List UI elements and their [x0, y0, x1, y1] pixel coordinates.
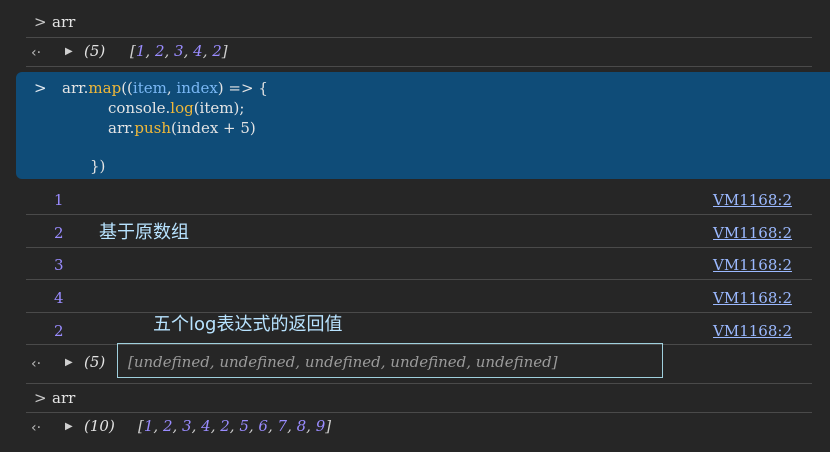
divider	[26, 312, 812, 313]
array-length: (10)	[84, 417, 115, 435]
console-input-arr[interactable]: arr	[52, 389, 75, 407]
divider	[26, 37, 812, 38]
divider	[26, 247, 812, 248]
log-source-link[interactable]: VM1168:2	[713, 289, 792, 307]
return-value-icon: ‹·	[31, 356, 42, 372]
divider	[26, 279, 812, 280]
expand-triangle-icon[interactable]: ▶	[65, 357, 73, 368]
array-length: (5)	[84, 353, 106, 371]
array-preview[interactable]: [1, 2, 3, 4, 2, 5, 6, 7, 8, 9]	[138, 417, 331, 435]
annotation-five-log-return-values: 五个log表达式的返回值	[153, 314, 343, 335]
divider	[26, 412, 812, 413]
prompt-icon: >	[34, 13, 47, 31]
annotation-based-on-original-array: 基于原数组	[99, 222, 189, 243]
log-source-link[interactable]: VM1168:2	[713, 322, 792, 340]
code-line-1: arr.map((item, index) => {	[62, 79, 268, 97]
divider	[26, 383, 812, 384]
log-output: 3	[54, 256, 64, 274]
log-output: 2	[54, 322, 64, 340]
log-output: 1	[54, 191, 64, 209]
expand-triangle-icon[interactable]: ▶	[65, 46, 73, 57]
divider	[26, 66, 812, 67]
console-input-arr[interactable]: arr	[52, 13, 75, 31]
return-value-icon: ‹·	[31, 420, 42, 436]
prompt-icon: >	[34, 389, 47, 407]
log-source-link[interactable]: VM1168:2	[713, 191, 792, 209]
array-length: (5)	[84, 42, 106, 60]
expand-triangle-icon[interactable]: ▶	[65, 421, 73, 432]
prompt-icon: >	[34, 79, 47, 97]
code-line-3: arr.push(index + 5)	[108, 119, 256, 137]
divider	[26, 214, 812, 215]
code-line-5: })	[90, 157, 106, 175]
return-value-icon: ‹·	[31, 45, 42, 61]
log-source-link[interactable]: VM1168:2	[713, 224, 792, 242]
log-source-link[interactable]: VM1168:2	[713, 256, 792, 274]
log-output: 2	[54, 224, 64, 242]
undefined-array-preview[interactable]: [undefined, undefined, undefined, undefi…	[128, 353, 558, 371]
log-output: 4	[54, 289, 64, 307]
code-line-2: console.log(item);	[108, 99, 245, 117]
array-preview[interactable]: [1, 2, 3, 4, 2]	[130, 42, 228, 60]
